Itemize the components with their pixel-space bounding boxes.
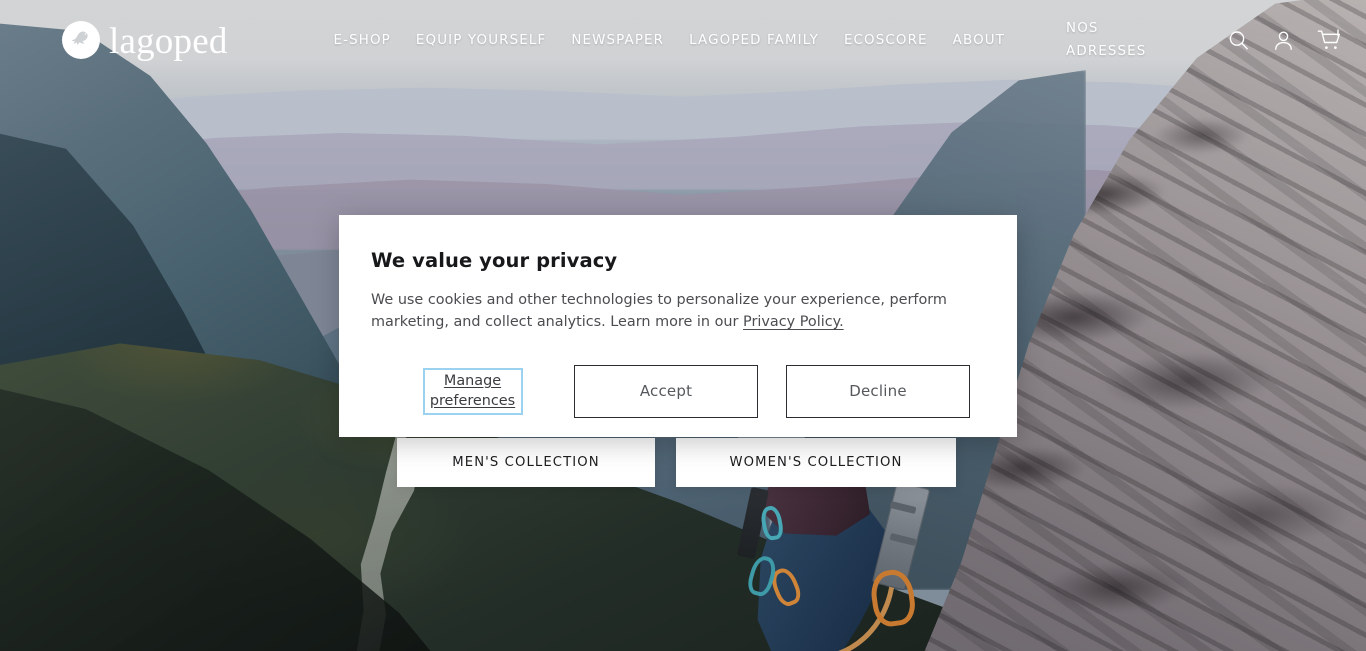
cart-icon[interactable] xyxy=(1317,28,1342,52)
privacy-policy-link[interactable]: Privacy Policy. xyxy=(743,314,844,330)
search-icon[interactable] xyxy=(1227,29,1250,52)
decline-cookies-button[interactable]: Decline xyxy=(786,364,970,418)
accept-cookies-button[interactable]: Accept xyxy=(574,364,758,418)
nav-item-newspaper[interactable]: NEWSPAPER xyxy=(571,33,664,48)
cookie-description-text: We use cookies and other technologies to… xyxy=(371,292,947,330)
womens-collection-button[interactable]: WOMEN'S COLLECTION xyxy=(676,438,956,487)
nav-item-nos-adresses[interactable]: NOS ADRESSES xyxy=(1066,17,1162,63)
nav-item-about[interactable]: ABOUT xyxy=(953,33,1005,48)
page-root: lagoped E-SHOP EQUIP YOURSELF NEWSPAPER … xyxy=(0,0,1366,651)
hero-cta-group: MEN'S COLLECTION WOMEN'S COLLECTION xyxy=(397,438,956,487)
nav-item-ecoscore[interactable]: ECOSCORE xyxy=(844,33,928,48)
climber-with-harness xyxy=(736,481,1042,651)
manage-preferences-link[interactable]: Manage preferences xyxy=(422,367,523,415)
brand-logo[interactable]: lagoped xyxy=(62,20,228,60)
cookie-dialog-title: We value your privacy xyxy=(371,249,618,272)
brand-name: lagoped xyxy=(109,21,228,62)
mens-collection-button[interactable]: MEN'S COLLECTION xyxy=(397,438,655,487)
manage-preferences-wrapper: Manage preferences xyxy=(371,367,574,415)
account-icon[interactable] xyxy=(1272,29,1295,52)
cookie-dialog-description: We use cookies and other technologies to… xyxy=(371,290,983,334)
nav-item-e-shop[interactable]: E-SHOP xyxy=(334,33,391,48)
site-header: lagoped E-SHOP EQUIP YOURSELF NEWSPAPER … xyxy=(0,0,1366,80)
ptarmigan-bird-icon xyxy=(62,21,100,59)
header-icon-group xyxy=(1227,28,1342,52)
primary-navigation: E-SHOP EQUIP YOURSELF NEWSPAPER LAGOPED … xyxy=(334,17,1201,63)
cookie-dialog-actions: Manage preferences Accept Decline xyxy=(371,364,985,418)
cookie-consent-dialog: We value your privacy We use cookies and… xyxy=(339,215,1017,437)
nav-item-lagoped-family[interactable]: LAGOPED FAMILY xyxy=(689,33,819,48)
nav-item-equip-yourself[interactable]: EQUIP YOURSELF xyxy=(416,33,546,48)
